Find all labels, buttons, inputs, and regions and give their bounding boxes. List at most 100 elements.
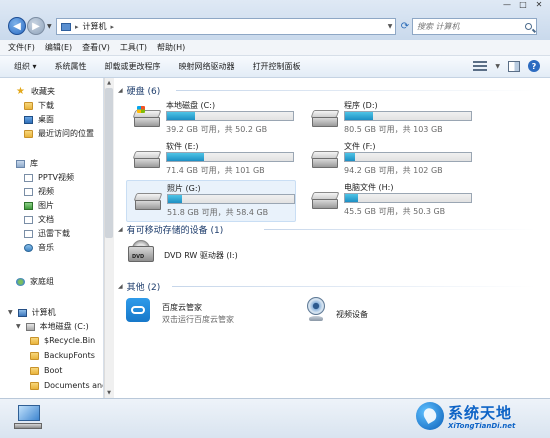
sidebar-libraries[interactable]: 库 <box>16 158 38 169</box>
drive-h[interactable]: 电脑文件 (H:) 45.5 GB 可用，共 50.3 GB <box>304 180 474 222</box>
drive-name: 本地磁盘 (C:) <box>166 101 216 110</box>
drive-usage-bar <box>166 111 294 121</box>
search-icon[interactable] <box>525 23 532 30</box>
menu-bar: 文件(F) 编辑(E) 查看(V) 工具(T) 帮助(H) <box>0 40 550 56</box>
sidebar-item-label: PPTV视频 <box>38 173 75 182</box>
collapse-icon[interactable]: ◢ <box>118 283 123 290</box>
desktop-icon <box>24 115 33 124</box>
map-network-drive-button[interactable]: 映射网络驱动器 <box>179 61 235 72</box>
drive-space-info: 51.8 GB 可用，共 58.4 GB <box>167 208 269 217</box>
search-input[interactable] <box>417 22 517 31</box>
menu-view[interactable]: 查看(V) <box>82 42 110 53</box>
scroll-down-icon[interactable]: ▼ <box>105 389 113 397</box>
sidebar-item-label: 桌面 <box>38 115 54 124</box>
video-library-icon <box>24 187 33 196</box>
sidebar-scrollbar-thumb[interactable] <box>105 88 113 238</box>
computer-icon <box>17 308 27 317</box>
drive-usage-fill <box>167 112 195 120</box>
address-path[interactable]: 计算机 <box>83 21 107 32</box>
menu-help[interactable]: 帮助(H) <box>157 42 185 53</box>
baidu-cloud-icon[interactable] <box>126 298 150 322</box>
star-icon: ★ <box>16 85 25 97</box>
menu-tools[interactable]: 工具(T) <box>120 42 147 53</box>
organize-button[interactable]: 组织 ▾ <box>14 61 37 72</box>
uninstall-program-button[interactable]: 卸载或更改程序 <box>105 61 161 72</box>
folder-icon <box>24 101 33 110</box>
content-pane: ◢ 硬盘 (6) 本地磁盘 (C:) 39.2 GB 可用，共 50.2 GB … <box>114 78 550 398</box>
address-dropdown-icon[interactable]: ▼ <box>384 18 396 35</box>
sidebar-item-label: Boot <box>44 366 63 375</box>
forward-button[interactable]: ▶ <box>27 17 45 35</box>
sidebar-item-label: $Recycle.Bin <box>44 336 96 345</box>
refresh-button[interactable]: ⟳ <box>398 18 412 35</box>
group-header-removable[interactable]: ◢ 有可移动存储的设备 (1) <box>118 223 223 236</box>
expand-icon[interactable]: ▼ <box>16 323 21 330</box>
drive-c[interactable]: 本地磁盘 (C:) 39.2 GB 可用，共 50.2 GB <box>126 98 296 140</box>
chevron-right-icon[interactable]: ▸ <box>75 23 79 31</box>
video-library-icon <box>24 173 33 182</box>
sidebar-item-downloads[interactable]: 下载 <box>24 100 54 111</box>
maximize-icon[interactable]: □ <box>518 0 528 10</box>
sidebar-item-documents-and[interactable]: Documents and <box>30 381 103 390</box>
sidebar-item-pictures[interactable]: 图片 <box>24 200 54 211</box>
dvd-drive-name[interactable]: DVD RW 驱动器 (I:) <box>164 250 238 261</box>
preview-pane-icon[interactable] <box>508 60 520 72</box>
hard-drive-icon <box>310 151 340 169</box>
chevron-right-icon[interactable]: ▸ <box>111 23 115 31</box>
drive-g[interactable]: 照片 (G:) 51.8 GB 可用，共 58.4 GB <box>126 180 296 222</box>
minimize-icon[interactable]: — <box>502 0 512 10</box>
drive-usage-fill <box>345 153 356 161</box>
drive-usage-bar <box>167 194 295 204</box>
address-bar[interactable]: ▸ 计算机 ▸ <box>56 18 396 35</box>
expand-icon[interactable]: ▼ <box>8 309 13 316</box>
drive-usage-bar <box>344 152 472 162</box>
drive-name: 文件 (F:) <box>344 142 376 151</box>
sidebar-item-videos[interactable]: 视频 <box>24 186 54 197</box>
sidebar-computer[interactable]: ▼ 计算机 <box>8 307 56 318</box>
sidebar-item-documents[interactable]: 文档 <box>24 214 54 225</box>
group-header-hdd[interactable]: ◢ 硬盘 (6) <box>118 84 160 97</box>
search-box[interactable] <box>412 18 537 35</box>
group-header-other[interactable]: ◢ 其他 (2) <box>118 280 160 293</box>
help-icon[interactable]: ? <box>528 60 540 72</box>
drive-f[interactable]: 文件 (F:) 94.2 GB 可用，共 102 GB <box>304 139 474 181</box>
sidebar-item-boot[interactable]: Boot <box>30 366 62 375</box>
drive-space-info: 45.5 GB 可用，共 50.3 GB <box>344 207 446 216</box>
folder-icon <box>30 336 39 345</box>
hard-drive-icon <box>310 192 340 210</box>
sidebar-item-desktop[interactable]: 桌面 <box>24 114 54 125</box>
baidu-cloud-name[interactable]: 百度云管家 <box>162 302 202 313</box>
sidebar-item-thunder[interactable]: 迅雷下载 <box>24 228 70 239</box>
close-icon[interactable]: ✕ <box>534 0 544 10</box>
computer-icon <box>61 22 71 31</box>
drive-e[interactable]: 软件 (E:) 71.4 GB 可用，共 101 GB <box>126 139 296 181</box>
history-dropdown-icon[interactable]: ▼ <box>47 23 52 30</box>
webcam-icon[interactable] <box>304 297 328 323</box>
collapse-icon[interactable]: ◢ <box>118 87 123 94</box>
menu-file[interactable]: 文件(F) <box>8 42 35 53</box>
sidebar-favorites[interactable]: ★ 收藏夹 <box>16 86 55 97</box>
dvd-drive-icon[interactable]: DVD <box>128 240 154 264</box>
collapse-icon[interactable]: ◢ <box>118 226 123 233</box>
sidebar-item-recycle[interactable]: $Recycle.Bin <box>30 336 95 345</box>
view-controls: ▼ ? <box>473 60 540 72</box>
back-button[interactable]: ◀ <box>8 17 26 35</box>
sidebar-homegroup[interactable]: 家庭组 <box>16 276 54 287</box>
menu-edit[interactable]: 编辑(E) <box>45 42 72 53</box>
sidebar-item-music[interactable]: 音乐 <box>24 242 54 253</box>
sidebar-item-recent[interactable]: 最近访问的位置 <box>24 128 94 139</box>
sidebar-item-backupfonts[interactable]: BackupFonts <box>30 351 95 360</box>
sidebar-item-label: 图片 <box>38 201 54 210</box>
sidebar-item-pptv[interactable]: PPTV视频 <box>24 172 74 183</box>
computer-icon <box>14 405 42 431</box>
open-control-panel-button[interactable]: 打开控制面板 <box>253 61 301 72</box>
hard-drive-icon <box>310 110 340 128</box>
drive-d[interactable]: 程序 (D:) 80.5 GB 可用，共 103 GB <box>304 98 474 140</box>
video-device-name[interactable]: 视频设备 <box>336 309 368 320</box>
sidebar-item-drive-c[interactable]: ▼ 本地磁盘 (C:) <box>16 321 89 332</box>
arrow-right-icon: ▶ <box>32 20 40 32</box>
scroll-up-icon[interactable]: ▲ <box>105 79 113 87</box>
system-properties-button[interactable]: 系统属性 <box>55 61 87 72</box>
view-options-icon[interactable] <box>473 61 488 71</box>
chevron-down-icon[interactable]: ▼ <box>495 63 500 70</box>
